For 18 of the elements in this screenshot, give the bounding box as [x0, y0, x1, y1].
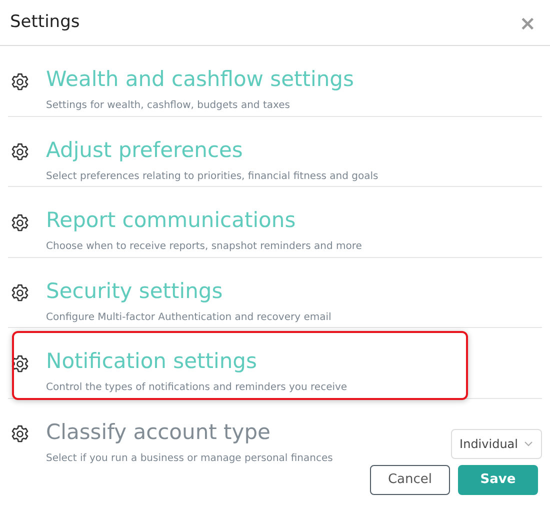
settings-link[interactable]: Report communications	[46, 208, 296, 232]
setting-description: Configure Multi-factor Authentication and recovery email	[46, 310, 332, 324]
close-button[interactable]: ×	[515, 12, 540, 32]
settings-link[interactable]: Security settings	[46, 278, 223, 302]
setting-description: Choose when to receive reports, snapshot reminders and more	[46, 240, 363, 254]
setting-description: Select preferences relating to priorities, financial fitness and goals	[46, 170, 380, 184]
setting-description: Control the types of notifications and reminders you receive	[46, 381, 348, 395]
settings-link[interactable]: Notification settings	[46, 349, 257, 373]
save-button[interactable]: Save	[458, 465, 538, 495]
cancel-button[interactable]: Cancel	[370, 465, 450, 495]
setting-description: Select if you run a business or manage personal finances	[46, 452, 334, 466]
account-type-select[interactable]: Individual	[450, 428, 542, 458]
setting-description: Settings for wealth, cashflow, budgets and taxes	[46, 99, 291, 113]
setting-title: Classify account type	[46, 420, 270, 444]
settings-link[interactable]: Wealth and cashflow settings	[46, 67, 354, 91]
settings-link[interactable]: Adjust preferences	[46, 138, 243, 162]
chevron-icon	[524, 440, 533, 446]
dialog-title: Settings	[10, 10, 80, 34]
